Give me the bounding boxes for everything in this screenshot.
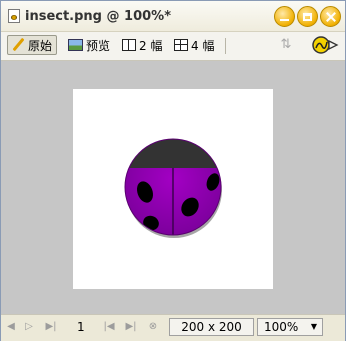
image-dimensions: 200 x 200 xyxy=(169,318,254,336)
close-button[interactable] xyxy=(320,6,341,27)
document-window: insect.png @ 100%* 原始 预览 2 幅 4 幅 ⇅ ◀ ▷ ▶… xyxy=(0,0,346,341)
tab-preview-label: 预览 xyxy=(86,38,111,53)
chevron-down-icon: ▼ xyxy=(310,322,317,331)
four-pane-icon xyxy=(174,39,188,51)
first-frame-icon[interactable]: ◀ xyxy=(5,321,17,333)
title-bar[interactable]: insect.png @ 100%* xyxy=(1,1,345,32)
toolbar-separator xyxy=(225,38,226,54)
minimize-icon xyxy=(280,18,289,21)
window-title: insect.png @ 100%* xyxy=(25,9,172,24)
previous-frame-icon[interactable]: |◀ xyxy=(103,321,115,333)
canvas-area[interactable] xyxy=(1,61,345,314)
close-icon xyxy=(326,12,336,22)
tab-2-up-label: 2 幅 xyxy=(139,38,163,53)
document-icon xyxy=(8,9,20,23)
status-bar: ◀ ▷ ▶| 1 |◀ ▶| ⊗ 200 x 200 100% ▼ xyxy=(1,314,345,341)
tab-preview[interactable]: 预览 xyxy=(65,35,113,55)
export-options-icon[interactable] xyxy=(311,34,341,56)
zoom-value: 100% xyxy=(264,320,299,334)
pencil-icon xyxy=(11,38,25,52)
ladybug-graphic xyxy=(124,138,222,238)
next-frame-icon[interactable]: ▶| xyxy=(125,321,137,333)
last-frame-icon[interactable]: ▶| xyxy=(45,321,57,333)
play-icon[interactable]: ▷ xyxy=(23,321,35,333)
maximize-icon xyxy=(303,12,312,21)
two-pane-icon xyxy=(122,39,136,51)
sort-arrows-icon[interactable]: ⇅ xyxy=(277,37,295,53)
maximize-button[interactable] xyxy=(297,6,318,27)
tab-4-up[interactable]: 4 幅 xyxy=(171,35,217,55)
frame-number: 1 xyxy=(77,320,85,334)
minimize-button[interactable] xyxy=(274,6,295,27)
tab-original[interactable]: 原始 xyxy=(7,35,57,55)
zoom-select[interactable]: 100% ▼ xyxy=(257,318,323,336)
artboard[interactable] xyxy=(73,89,273,289)
image-icon xyxy=(68,39,83,51)
tab-2-up[interactable]: 2 幅 xyxy=(119,35,165,55)
tab-4-up-label: 4 幅 xyxy=(191,38,215,53)
tab-original-label: 原始 xyxy=(28,38,53,53)
stop-icon[interactable]: ⊗ xyxy=(147,321,159,333)
